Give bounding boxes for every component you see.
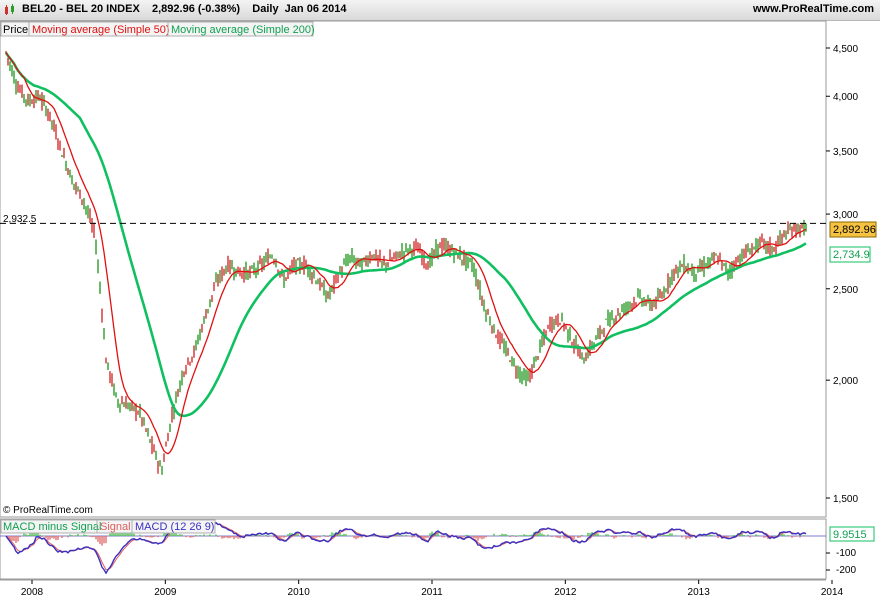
legend-ma50[interactable]: Moving average (Simple 50) [32,24,170,36]
time-axis-tick-label: 2008 [21,587,44,598]
price-axis-tick-label: 3,000 [833,210,858,221]
time-axis-tick-label: 2009 [154,587,177,598]
last-price-label: 2,892.96 [833,224,876,236]
legend-ma200[interactable]: Moving average (Simple 200) [171,24,315,36]
legend-signal[interactable]: Signal [100,521,131,533]
time-axis-tick-label: 2010 [288,587,311,598]
macd-tick-minus100: -100 [836,548,856,559]
price-axis-tick-label: 1,500 [833,494,858,505]
legend-price[interactable]: Price [3,24,28,36]
time-axis-tick-label: 2014 [821,587,844,598]
copyright-label: © ProRealTime.com [3,505,93,516]
price-axis-tick-label: 4,500 [833,44,858,55]
price-axis-tick-label: 4,000 [833,92,858,103]
time-axis-tick-label: 2011 [421,587,443,598]
chart-window: BEL20 - BEL 20 INDEX 2,892.96 (-0.38%) D… [0,0,880,600]
price-chart[interactable]: 2,932.5 4,500 4,000 3,500 3,000 2,500 2,000 1,… [0,0,880,600]
macd-last-label: 9.9515 [833,529,867,541]
price-axis[interactable]: 4,500 4,000 3,500 3,000 2,500 2,000 1,500 [826,44,858,505]
legend-macd-hist[interactable]: MACD minus Signal [3,521,101,533]
legend-macd[interactable]: MACD (12 26 9) [135,521,214,533]
macd-tick-minus200: -200 [836,565,856,576]
reference-line-label: 2,932.5 [3,214,37,225]
time-axis-tick-label: 2012 [554,587,577,598]
price-axis-tick-label: 3,500 [833,147,858,158]
time-axis-tick-label: 2013 [688,587,711,598]
price-axis-tick-label: 2,500 [833,285,858,296]
price-axis-tick-label: 2,000 [833,376,858,387]
macd-legend: MACD minus Signal Signal MACD (12 26 9) [0,519,216,534]
time-axis[interactable]: 2008 2009 2010 2011 2012 2013 2014 [21,580,844,598]
price-legend: Price Moving average (Simple 50) Moving … [0,21,315,37]
ma200-last-label: 2,734.9 [833,249,870,261]
